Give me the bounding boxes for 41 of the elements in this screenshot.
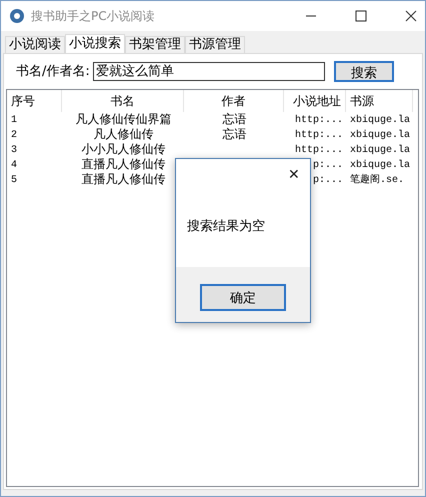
window-title: 搜书助手之PC小说阅读 <box>31 8 155 24</box>
table-cell: 忘语 <box>222 127 246 141</box>
column-header[interactable]: 书名 <box>62 90 184 112</box>
table-cell: 凡人修仙传仙界篇 <box>76 112 172 126</box>
table-cell: 1 <box>11 115 18 126</box>
table-cell: http:... <box>294 115 343 126</box>
table-cell: p:... <box>312 160 343 171</box>
table-cell: xbiquge.la <box>350 160 410 171</box>
table-cell: 小小凡人修仙传 <box>82 142 166 156</box>
table-cell: 直播凡人修仙传 <box>82 172 166 186</box>
column-header[interactable]: 小说地址 <box>284 90 346 112</box>
ok-button[interactable]: 确定 <box>200 284 286 311</box>
table-cell: http:... <box>294 145 343 156</box>
app-icon <box>9 8 25 24</box>
table-cell: xbiquge.la <box>350 130 410 141</box>
column-header[interactable]: 书源 <box>346 90 413 112</box>
search-button[interactable]: 搜索 <box>334 60 394 82</box>
table-cell: p:... <box>312 175 343 186</box>
table-cell: 直播凡人修仙传 <box>82 157 166 171</box>
close-icon[interactable] <box>405 10 417 22</box>
tab[interactable]: 书源管理 <box>185 36 245 53</box>
table-cell: 笔趣阁.se. <box>350 175 404 186</box>
search-field[interactable]: 爱就这么简单 <box>92 62 325 80</box>
table-cell: 凡人修仙传 <box>94 127 154 141</box>
table-cell: 5 <box>11 175 18 186</box>
maximize-icon[interactable] <box>355 10 367 22</box>
search-label: 书名/作者名: <box>16 63 90 80</box>
table-cell: 4 <box>11 160 18 171</box>
tab[interactable]: 小说搜索 <box>65 34 125 53</box>
tab[interactable]: 书架管理 <box>125 36 185 53</box>
tab[interactable]: 小说阅读 <box>5 36 65 53</box>
column-header[interactable]: 序号 <box>7 90 62 112</box>
table-cell: 2 <box>11 130 18 141</box>
close-button[interactable]: ✕ <box>278 166 310 182</box>
table-cell: 忘语 <box>222 112 246 126</box>
table-cell: 3 <box>11 145 18 156</box>
dialog-message: 搜索结果为空 <box>186 218 266 236</box>
table-cell: xbiquge.la <box>350 115 410 126</box>
column-header[interactable]: 作者 <box>184 90 284 112</box>
table-cell: http:... <box>294 130 343 141</box>
table-cell: xbiquge.la <box>350 145 410 156</box>
